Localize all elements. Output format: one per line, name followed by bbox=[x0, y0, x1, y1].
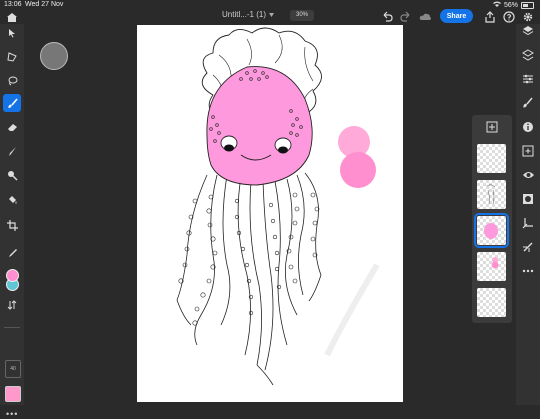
eraser-icon bbox=[7, 124, 17, 131]
clipping-icon[interactable] bbox=[521, 216, 535, 230]
add-layer-icon[interactable] bbox=[485, 120, 499, 134]
more-icon[interactable] bbox=[521, 264, 535, 278]
redo-icon[interactable] bbox=[400, 10, 412, 22]
layers-icon[interactable] bbox=[521, 24, 535, 38]
undo-icon[interactable] bbox=[381, 10, 393, 22]
brush-size-preview bbox=[40, 42, 68, 70]
layer-properties-icon[interactable] bbox=[521, 48, 535, 62]
export-icon[interactable] bbox=[484, 10, 496, 23]
transform-icon bbox=[7, 52, 17, 62]
top-bar: Untitl...-1 (1) 30% Share bbox=[0, 8, 540, 24]
jellyfish-artwork bbox=[176, 27, 380, 386]
drawing-canvas[interactable] bbox=[137, 25, 403, 402]
gear-icon[interactable] bbox=[522, 10, 534, 22]
eyedropper-icon bbox=[8, 248, 17, 257]
crop-icon bbox=[6, 219, 18, 231]
color-swatch[interactable] bbox=[5, 386, 21, 402]
layer-thumbnail[interactable] bbox=[477, 144, 506, 173]
layer-thumbnail[interactable] bbox=[477, 180, 506, 209]
brush-settings-icon[interactable] bbox=[521, 96, 535, 110]
dodge-icon bbox=[7, 170, 18, 181]
home-icon[interactable] bbox=[6, 10, 18, 22]
brush-tool[interactable] bbox=[3, 94, 21, 112]
adjustments-icon[interactable] bbox=[521, 72, 535, 86]
share-button[interactable]: Share bbox=[440, 9, 473, 23]
smudge-icon bbox=[8, 146, 16, 156]
cloud-icon[interactable] bbox=[419, 10, 431, 22]
layers-panel bbox=[472, 115, 512, 323]
color-pair[interactable] bbox=[5, 268, 19, 292]
document-title-text: Untitl...-1 (1) bbox=[222, 10, 267, 19]
zoom-level[interactable]: 30% bbox=[290, 10, 314, 21]
brush-icon bbox=[7, 97, 18, 108]
primary-color[interactable] bbox=[6, 269, 19, 282]
crop-tool[interactable] bbox=[3, 216, 21, 234]
lasso-icon bbox=[8, 76, 17, 86]
arrow-icon bbox=[9, 29, 15, 38]
right-toolbar bbox=[516, 24, 540, 405]
lasso-tool[interactable] bbox=[3, 72, 21, 90]
mask-icon[interactable] bbox=[521, 192, 535, 206]
transform-tool[interactable] bbox=[3, 48, 21, 66]
eraser-tool[interactable] bbox=[3, 118, 21, 136]
select-arrow-tool[interactable] bbox=[3, 24, 21, 42]
add-layer-icon[interactable] bbox=[521, 144, 535, 158]
eye-icon[interactable] bbox=[521, 168, 535, 182]
layer-thumbnail[interactable] bbox=[477, 252, 506, 281]
swap-icon bbox=[7, 300, 17, 310]
brush-size[interactable]: 40 bbox=[5, 360, 21, 378]
status-time: 13:06 bbox=[4, 1, 22, 8]
edit-brush-icon[interactable] bbox=[521, 240, 535, 254]
info-icon[interactable] bbox=[521, 120, 535, 134]
layer-thumbnail-selected[interactable] bbox=[474, 213, 509, 248]
more-icon[interactable]: ••• bbox=[6, 409, 18, 419]
fill-tool[interactable] bbox=[3, 190, 21, 208]
eyedropper-tool[interactable] bbox=[3, 244, 21, 262]
dodge-tool[interactable] bbox=[3, 166, 21, 184]
help-icon[interactable] bbox=[503, 10, 515, 23]
paint-bucket-icon bbox=[8, 195, 16, 204]
smudge-tool[interactable] bbox=[3, 142, 21, 160]
chevron-down-icon bbox=[269, 10, 275, 19]
divider bbox=[4, 327, 20, 328]
swap-colors-tool[interactable] bbox=[3, 296, 21, 314]
layer-thumbnail[interactable] bbox=[477, 288, 506, 317]
left-toolbar: 40 ••• bbox=[0, 24, 24, 419]
status-date: Wed 27 Nov bbox=[25, 1, 64, 8]
document-title[interactable]: Untitl...-1 (1) bbox=[222, 10, 275, 19]
